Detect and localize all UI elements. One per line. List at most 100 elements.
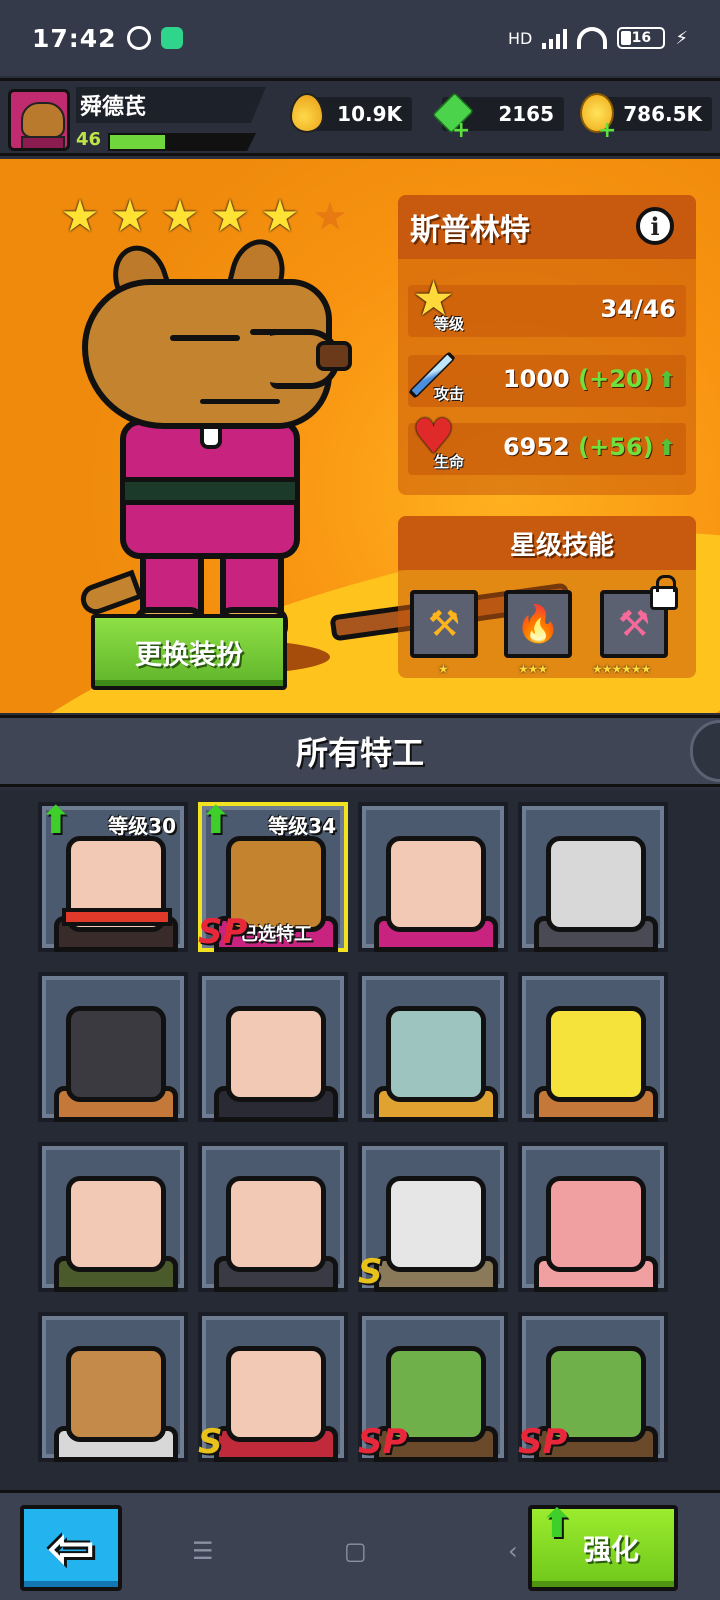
clock-time: 17:42 — [32, 23, 117, 53]
avatar-body — [21, 136, 65, 148]
upgrade-available-icon: ⬆ — [40, 798, 72, 842]
agent-portrait — [546, 1006, 646, 1102]
fire-skill-icon[interactable]: 🔥 — [504, 590, 572, 658]
stat-attack-bonus: (+20) — [578, 365, 654, 393]
star-icon: ★ — [160, 191, 200, 242]
bottom-bar: ⇦ ☰ ▢ ‹ ⬆ 强化 — [0, 1490, 720, 1600]
back-arrow-icon: ⇦ — [46, 1514, 96, 1582]
health-up-arrow-icon: ⬆ — [657, 436, 676, 461]
add-gems-icon[interactable]: + — [452, 120, 470, 142]
player-avatar[interactable] — [8, 89, 70, 151]
agent-card[interactable]: ⬆ 等级34 已选特工 SP — [198, 798, 348, 952]
stat-attack: 攻击 1000 (+20) ⬆ — [408, 351, 686, 407]
stat-level: ★ 等级 34/46 — [408, 275, 686, 337]
upgrade-label: 强化 — [582, 1533, 639, 1566]
add-coins-icon[interactable]: + — [598, 120, 616, 142]
upgrade-available-icon: ⬆ — [200, 798, 232, 842]
agent-card[interactable] — [38, 1142, 188, 1292]
wifi-icon — [577, 27, 608, 49]
agent-card[interactable]: ⬆ 等级30 — [38, 798, 188, 952]
info-icon[interactable]: i — [636, 207, 674, 245]
lock-icon — [650, 575, 678, 610]
character-mouth — [200, 399, 280, 404]
agent-card[interactable] — [38, 1312, 188, 1462]
character-tail — [76, 569, 144, 619]
agent-card[interactable] — [198, 1142, 348, 1292]
agent-card[interactable] — [198, 972, 348, 1122]
character-eye-right — [250, 329, 306, 335]
change-outfit-button[interactable]: 更换装扮 — [91, 614, 287, 690]
agent-card[interactable] — [518, 972, 668, 1122]
agent-portrait — [546, 1176, 646, 1272]
agent-rank-badge: S — [198, 1422, 223, 1462]
agent-card[interactable] — [38, 972, 188, 1122]
agent-card[interactable] — [358, 972, 508, 1122]
agent-rank-badge: SP — [518, 1422, 568, 1462]
agent-portrait — [386, 1006, 486, 1102]
agent-grid: ⬆ 等级30 ⬆ 等级34 已选特工 SP S S SP SP — [0, 790, 720, 1490]
oil-drop-icon — [290, 93, 324, 133]
signal-icon — [542, 27, 568, 49]
network-type: HD — [508, 28, 533, 48]
agent-card[interactable] — [518, 802, 668, 952]
stat-health-value: 6952 — [502, 433, 570, 461]
status-bar: 17:42 HD 16 ⚡ — [0, 0, 720, 76]
stat-health-bonus: (+56) — [578, 433, 654, 461]
agent-portrait — [226, 1006, 326, 1102]
star-icon: ★ — [60, 191, 100, 242]
star-skills-panel: 星级技能 ⚒ ★ 🔥 ★★★ ⚒ ★★★★★★ — [398, 516, 696, 678]
attack-up-arrow-icon: ⬆ — [657, 368, 676, 393]
game-screen: 17:42 HD 16 ⚡ 舜德芪 46 10.9K 2165 + 786.5K… — [0, 0, 720, 1600]
charging-icon: ⚡ — [675, 27, 688, 49]
agent-rank-badge: SP — [198, 912, 248, 952]
xp-bar — [108, 133, 256, 151]
system-home-icon[interactable]: ▢ — [344, 1537, 367, 1565]
agent-card[interactable]: SP — [358, 1312, 508, 1462]
selected-agent-tag: 已选特工 — [240, 924, 312, 945]
star-icon: ★ — [210, 191, 250, 242]
system-menu-icon[interactable]: ☰ — [192, 1537, 214, 1565]
battery-icon: 16 — [617, 27, 666, 49]
stat-attack-value: 1000 — [502, 365, 570, 393]
player-bar: 舜德芪 46 10.9K 2165 + 786.5K + — [0, 78, 720, 156]
upgrade-button[interactable]: ⬆ 强化 — [528, 1501, 678, 1591]
agent-portrait — [66, 1346, 166, 1442]
skill-3-stars: ★★★★★★ — [592, 662, 652, 676]
agent-card[interactable]: SP — [518, 1312, 668, 1462]
system-back-icon[interactable]: ‹ — [508, 1537, 518, 1565]
agent-level: 等级34 — [268, 814, 336, 838]
stat-health: ♥ 生命 6952 (+56) ⬆ — [408, 413, 686, 475]
hero-info-card: 斯普林特 i ★ 等级 34/46 攻击 1000 (+20) ⬆ ♥ 生命 69… — [398, 195, 696, 495]
back-button[interactable]: ⇦ — [20, 1505, 122, 1591]
hero-panel: ★ ★ ★ ★ ★ ★ 更换装扮 斯普林特 i ★ 等级 34/46 攻击 10… — [0, 159, 720, 713]
stat-level-value: 34/46 — [600, 295, 676, 323]
skill-1-stars: ★ — [438, 662, 449, 676]
character-eye-left — [170, 335, 240, 341]
agent-card[interactable] — [518, 1142, 668, 1292]
agent-portrait — [226, 1176, 326, 1272]
coin-amount: 786.5K — [623, 102, 702, 126]
all-agents-title: 所有特工 — [0, 715, 720, 787]
avatar-face — [21, 102, 65, 138]
agent-card[interactable] — [358, 802, 508, 952]
character-belt — [120, 477, 300, 505]
agent-portrait — [66, 1176, 166, 1272]
hero-star-rating: ★ ★ ★ ★ ★ ★ — [58, 191, 352, 242]
agent-rank-badge: S — [358, 1252, 383, 1292]
agent-scarf — [62, 908, 172, 926]
xp-fill — [110, 135, 165, 149]
agent-card[interactable]: S — [358, 1142, 508, 1292]
stat-level-label: 等级 — [434, 315, 465, 333]
agent-portrait — [546, 836, 646, 932]
agent-portrait — [66, 1006, 166, 1102]
stat-attack-value-group: 1000 (+20) ⬆ — [503, 365, 676, 393]
stat-attack-label: 攻击 — [434, 385, 465, 403]
agent-card[interactable]: S — [198, 1312, 348, 1462]
star-icon: ★ — [110, 191, 150, 242]
axe-skill-icon[interactable]: ⚒ — [410, 590, 478, 658]
star-icon: ★ — [260, 191, 300, 242]
character-nose — [316, 341, 352, 371]
agent-level: 等级30 — [108, 814, 176, 838]
battery-level: 16 — [631, 30, 652, 46]
agent-rank-badge: SP — [358, 1422, 408, 1462]
